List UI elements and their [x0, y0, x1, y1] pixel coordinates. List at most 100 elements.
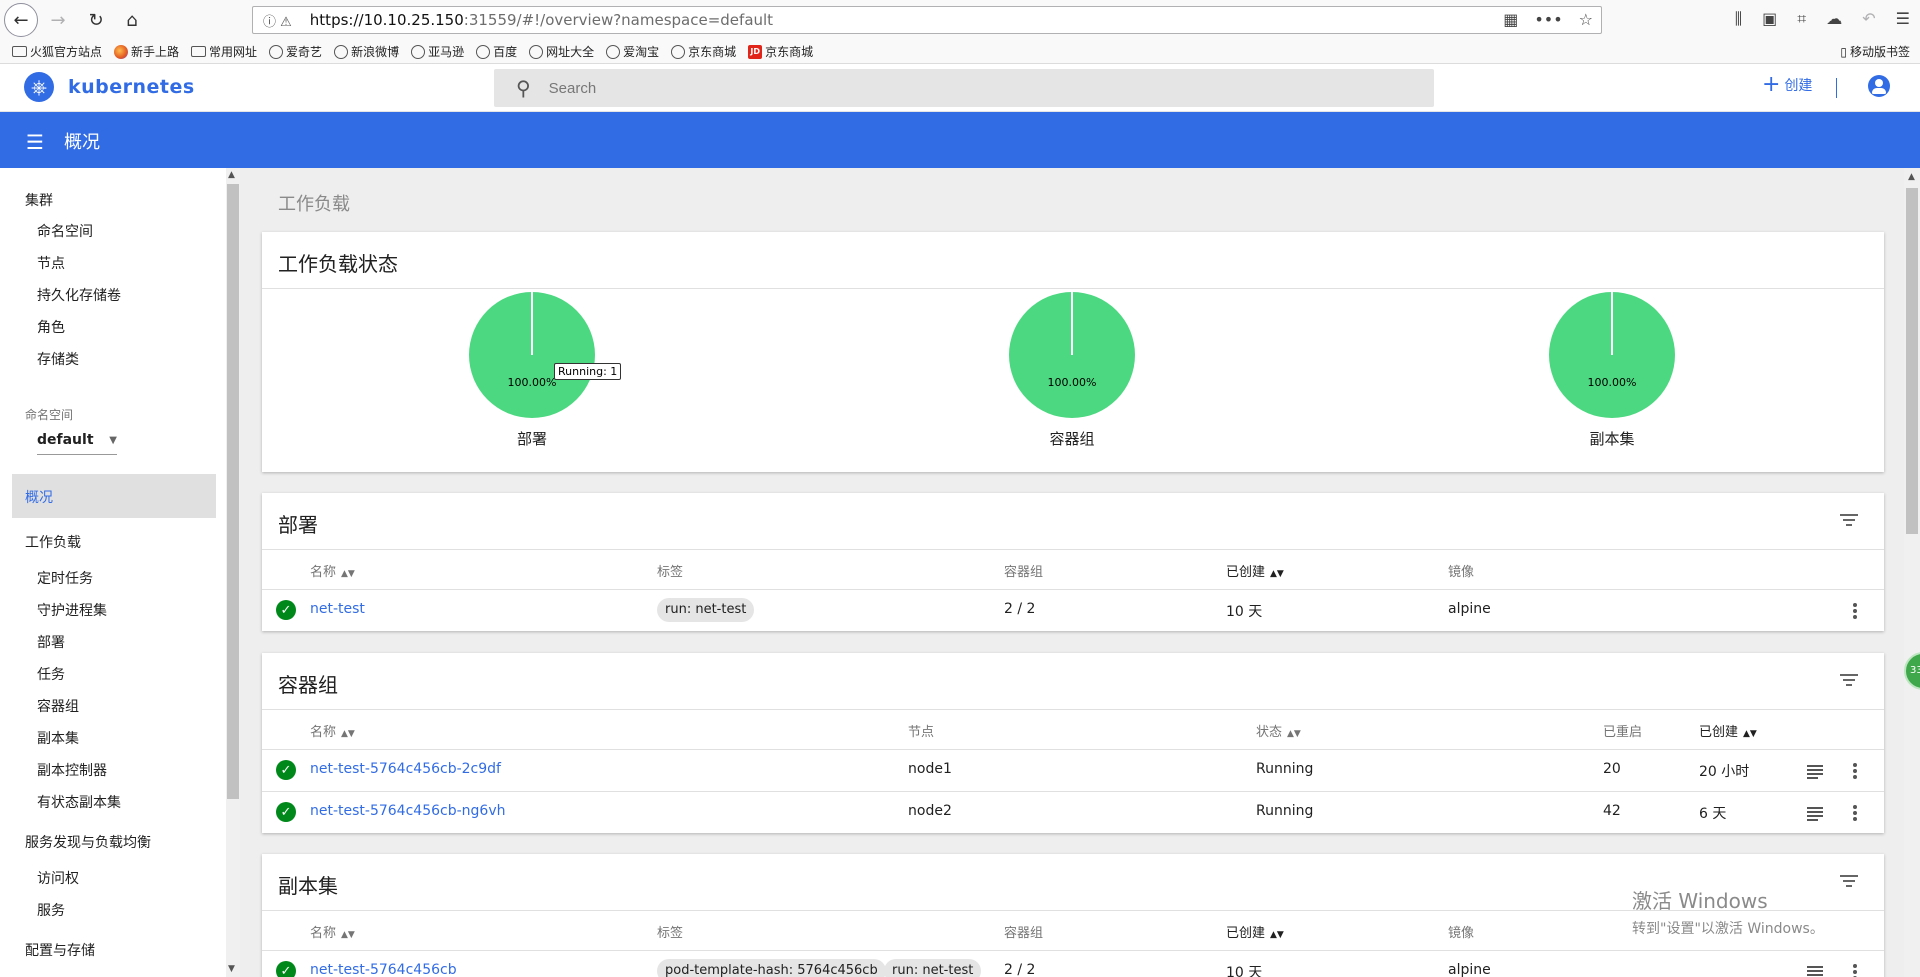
bookmark-item[interactable]: 新浪微博	[334, 43, 399, 60]
sidebar-item-roles[interactable]: 角色	[37, 317, 65, 337]
sidebar-item-namespaces[interactable]: 命名空间	[37, 221, 93, 241]
label-chip: run: net-test	[884, 959, 982, 977]
sort-icon[interactable]: ▲▼	[1287, 729, 1301, 739]
pods-pie-chart[interactable]: 100.00% 容器组	[1007, 292, 1137, 449]
screenshot-icon[interactable]: ⌗	[1797, 9, 1806, 29]
logs-icon[interactable]	[1807, 765, 1823, 779]
sidebar-item-statefulsets[interactable]: 有状态副本集	[37, 792, 121, 812]
more-vert-icon[interactable]	[1853, 603, 1857, 619]
bookmark-item[interactable]: 京东商城	[671, 43, 736, 60]
logo-text: kubernetes	[68, 76, 195, 98]
bookmark-item[interactable]: 爱奇艺	[269, 43, 322, 60]
column-header-created[interactable]: 已创建 ▲▼	[1226, 561, 1284, 580]
pie-slice[interactable]: 100.00%	[469, 292, 595, 418]
url-bar[interactable]: ⓘ ⚠ https://10.10.25.150:31559/#!/overvi…	[252, 6, 1602, 34]
helm-wheel-icon: ⎈	[24, 72, 54, 102]
sidebar-item-overview[interactable]: 概况	[12, 474, 216, 518]
bookmark-star-icon[interactable]: ☆	[1579, 10, 1593, 29]
deployment-name-link[interactable]: net-test	[310, 601, 365, 617]
logs-icon[interactable]	[1807, 807, 1823, 821]
bookmark-item[interactable]: 百度	[476, 43, 517, 60]
more-vert-icon[interactable]	[1853, 805, 1857, 821]
column-header-status[interactable]: 状态 ▲▼	[1256, 721, 1301, 740]
undo-icon[interactable]: ↶	[1862, 9, 1875, 29]
menu-icon[interactable]: ☰	[1896, 9, 1910, 29]
sidebar-item-pods[interactable]: 容器组	[37, 696, 79, 716]
info-lock-icon[interactable]: ⓘ ⚠	[263, 11, 292, 30]
pod-name-link[interactable]: net-test-5764c456cb-ng6vh	[310, 803, 505, 819]
bookmark-item[interactable]: 新手上路	[114, 43, 179, 60]
filter-icon[interactable]	[1840, 875, 1858, 889]
library-icon[interactable]: ⫼	[1735, 9, 1742, 29]
sort-icon[interactable]: ▲▼	[1270, 930, 1284, 940]
sidebar-scroll-thumb[interactable]	[227, 184, 239, 799]
replicasets-pie-chart[interactable]: 100.00% 副本集	[1547, 292, 1677, 449]
column-header-created[interactable]: 已创建 ▲▼	[1226, 922, 1284, 941]
sidebar-heading-cluster[interactable]: 集群	[25, 190, 53, 210]
page-actions-icon[interactable]: •••	[1534, 10, 1562, 29]
sidebar-item-replication-controllers[interactable]: 副本控制器	[37, 760, 107, 780]
column-header-name[interactable]: 名称 ▲▼	[310, 561, 355, 580]
sidebar-item-replicasets[interactable]: 副本集	[37, 728, 79, 748]
sidebar-scrollbar[interactable]: ▲ ▼	[226, 168, 240, 977]
sort-icon[interactable]: ▲▼	[341, 569, 355, 579]
kubernetes-logo[interactable]: ⎈ kubernetes	[24, 72, 195, 102]
chat-icon[interactable]: ☁	[1826, 9, 1842, 29]
sidebar-heading-workloads[interactable]: 工作负载	[25, 532, 81, 552]
qr-code-icon[interactable]: ▦	[1503, 10, 1518, 29]
sidebar-heading-config[interactable]: 配置与存储	[25, 940, 95, 960]
title-bar: ☰ 概况	[0, 112, 1920, 168]
sidebar-item-persistent-volumes[interactable]: 持久化存储卷	[37, 285, 121, 305]
sort-icon[interactable]: ▲▼	[341, 729, 355, 739]
sidebar-item-deployments[interactable]: 部署	[37, 632, 65, 652]
sort-icon[interactable]: ▲▼	[1270, 569, 1284, 579]
mobile-bookmarks[interactable]: ▯ 移动版书签	[1840, 43, 1910, 60]
column-header-name[interactable]: 名称 ▲▼	[310, 922, 355, 941]
sort-icon[interactable]: ▲▼	[341, 930, 355, 940]
bookmark-item[interactable]: JD 京东商城	[748, 43, 813, 60]
sidebar-toggle-icon[interactable]: ▣	[1762, 9, 1777, 29]
scroll-up-icon[interactable]: ▲	[228, 170, 235, 180]
home-icon[interactable]: ⌂	[116, 4, 148, 36]
sort-icon[interactable]: ▲▼	[1743, 729, 1757, 739]
pod-name-link[interactable]: net-test-5764c456cb-2c9df	[310, 761, 501, 777]
replicaset-name-link[interactable]: net-test-5764c456cb	[310, 962, 457, 977]
more-vert-icon[interactable]	[1853, 964, 1857, 977]
namespace-select[interactable]: default ▼	[37, 432, 117, 455]
sidebar-item-nodes[interactable]: 节点	[37, 253, 65, 273]
search-input[interactable]	[548, 79, 1349, 97]
main-scroll-thumb[interactable]	[1906, 188, 1918, 534]
chart-tooltip: Running: 1	[554, 363, 622, 380]
filter-icon[interactable]	[1840, 514, 1858, 528]
bookmark-item[interactable]: 火狐官方站点	[12, 43, 102, 60]
filter-icon[interactable]	[1840, 674, 1858, 688]
sidebar-item-ingresses[interactable]: 访问权	[37, 868, 79, 888]
create-button[interactable]: + 创建	[1762, 74, 1812, 96]
bookmark-item[interactable]: 爱淘宝	[606, 43, 659, 60]
sidebar-item-services[interactable]: 服务	[37, 900, 65, 920]
forward-icon[interactable]: →	[42, 4, 74, 36]
scroll-down-icon[interactable]: ▼	[228, 964, 235, 974]
bookmark-item[interactable]: 网址大全	[529, 43, 594, 60]
hamburger-menu-icon[interactable]: ☰	[26, 130, 44, 154]
pie-slice[interactable]: 100.00%	[1549, 292, 1675, 418]
bookmark-item[interactable]: 亚马逊	[411, 43, 464, 60]
main-scrollbar[interactable]: ▲	[1904, 168, 1920, 977]
sidebar-item-storage-classes[interactable]: 存储类	[37, 349, 79, 369]
bookmark-item[interactable]: 常用网址	[191, 43, 257, 60]
scroll-up-icon[interactable]: ▲	[1908, 172, 1915, 182]
column-header-labels: 标签	[657, 565, 684, 580]
logs-icon[interactable]	[1807, 966, 1823, 977]
sidebar-item-daemonsets[interactable]: 守护进程集	[37, 600, 107, 620]
more-vert-icon[interactable]	[1853, 763, 1857, 779]
account-icon[interactable]	[1868, 75, 1890, 97]
sidebar-heading-discovery[interactable]: 服务发现与负载均衡	[25, 832, 151, 852]
sidebar-item-jobs[interactable]: 任务	[37, 664, 65, 684]
column-header-name[interactable]: 名称 ▲▼	[310, 721, 355, 740]
column-header-created[interactable]: 已创建 ▲▼	[1699, 721, 1757, 740]
dropdown-arrow-icon: ▼	[109, 435, 117, 446]
sidebar-item-cronjobs[interactable]: 定时任务	[37, 568, 93, 588]
reload-icon[interactable]: ↻	[80, 4, 112, 36]
back-icon[interactable]: ←	[4, 3, 38, 37]
pie-slice[interactable]: 100.00%	[1009, 292, 1135, 418]
